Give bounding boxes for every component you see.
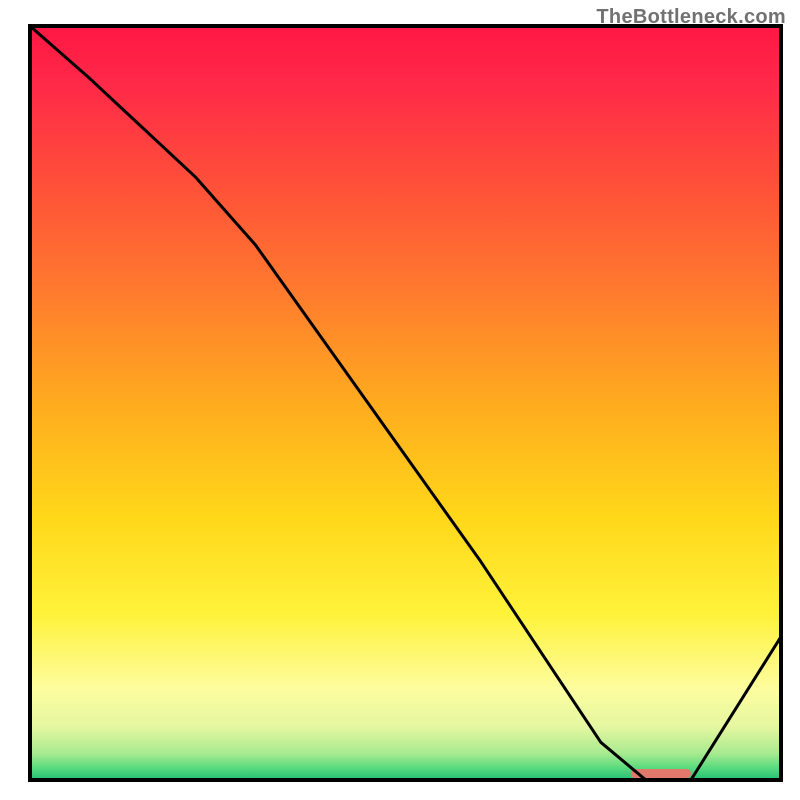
chart-container: TheBottleneck.com bbox=[0, 0, 800, 800]
watermark-text: TheBottleneck.com bbox=[596, 6, 786, 29]
plot-background bbox=[30, 26, 781, 780]
bottleneck-chart bbox=[0, 0, 800, 800]
